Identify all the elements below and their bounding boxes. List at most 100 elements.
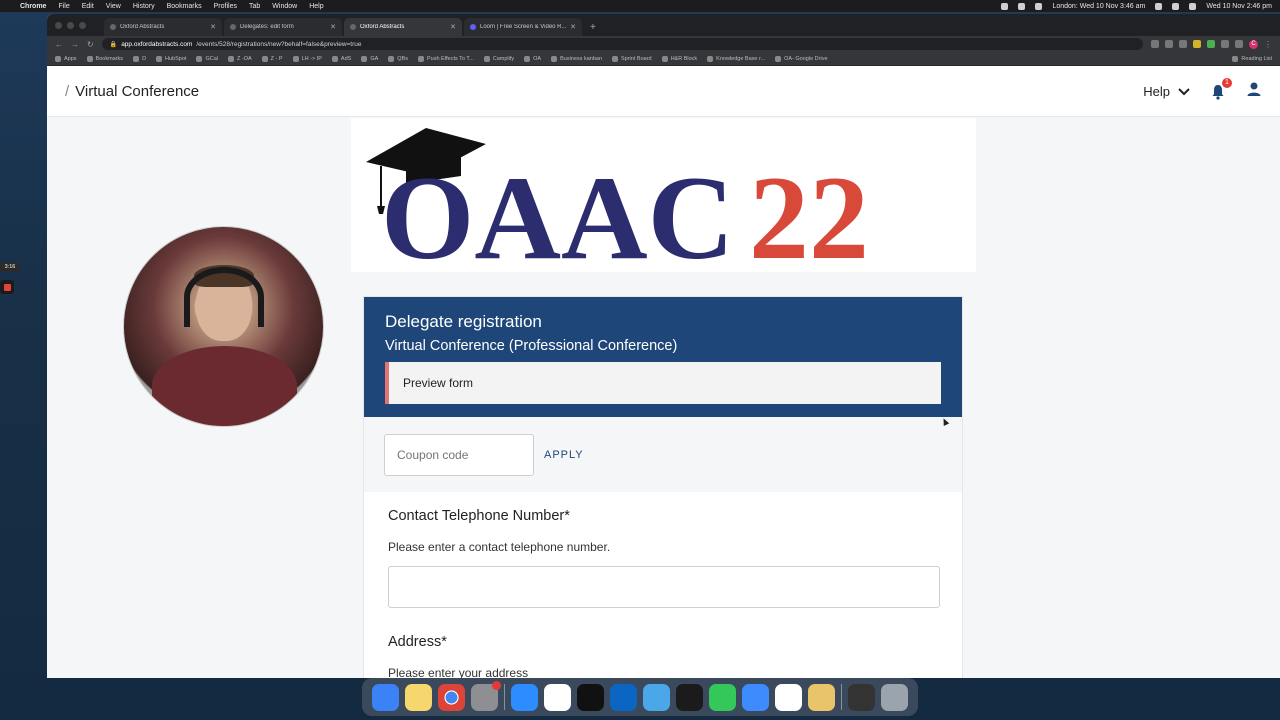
recorder-stop-button[interactable] [0,280,14,294]
close-window-icon[interactable] [55,21,62,29]
menubar-app-name[interactable]: Chrome [20,3,46,10]
tray-cloud-icon[interactable] [1035,2,1043,10]
notes-icon[interactable] [405,683,432,711]
menu-tab[interactable]: Tab [249,3,260,10]
url-path: /events/528/registrations/new?behalf=fal… [196,40,362,48]
bookmark-item[interactable]: Knowledge Base r... [707,55,765,62]
profile-avatar[interactable]: C [1249,39,1258,49]
tab-close-icon[interactable]: ✕ [210,23,216,31]
tab-close-icon[interactable]: ✕ [330,23,336,31]
chrome-icon[interactable] [438,683,465,711]
trash-icon[interactable] [881,683,908,711]
bookmark-item[interactable]: Sprint Board [612,55,652,62]
spotlight-icon[interactable] [1189,2,1197,10]
coupon-input[interactable] [384,433,534,476]
preview-notice: Preview form [385,362,941,404]
bookmark-item[interactable]: Push Effects To T... [417,55,474,62]
more-menu-icon[interactable]: ⋮ [1264,40,1272,49]
bookmarks-bar: Apps Bookmarks D HubSpot GCal Z -OA Z - … [47,52,1280,66]
zoom-window-icon[interactable] [79,21,86,29]
recent-window-icon[interactable] [848,683,875,711]
vscode-icon[interactable] [610,683,637,711]
account-button[interactable] [1246,81,1262,102]
tableplus-icon[interactable] [643,683,670,711]
bookmark-item[interactable]: LH -> IP [292,55,322,62]
browser-tab-active[interactable]: Oxford Abstracts ✕ [344,18,462,36]
macos-dock [362,678,918,716]
bookmark-item[interactable]: D [133,55,146,62]
bookmark-item[interactable]: Z - P [261,55,283,62]
menu-window[interactable]: Window [272,3,297,10]
apply-coupon-button[interactable]: APPLY [544,449,584,461]
bookmark-item[interactable]: H&R Block [661,55,697,62]
browser-tab[interactable]: Oxford Abstracts ✕ [104,18,222,36]
star-icon[interactable] [1165,40,1173,48]
bookmark-item[interactable]: OA- Google Drive [775,55,828,62]
menu-view[interactable]: View [106,3,121,10]
browser-tab[interactable]: Loom | Free Screen & Video R... ✕ [464,18,582,36]
reading-list[interactable]: Reading List [1232,55,1272,62]
menu-profiles[interactable]: Profiles [214,3,237,10]
bookmark-item[interactable]: Camplify [483,55,514,62]
bookmark-item[interactable]: GA [361,55,378,62]
bookmark-item[interactable]: Apps [55,55,77,62]
logo-left-text: OAAC [381,151,734,272]
volume-icon[interactable] [1155,2,1163,10]
bookmark-item[interactable]: GCal [196,55,218,62]
lock-icon[interactable]: 🔒 [110,41,117,48]
messages-icon[interactable] [709,683,736,711]
bookmark-item[interactable]: AdS [331,55,351,62]
zoom-app-icon[interactable] [511,683,538,711]
conference-banner: OAAC 22 [351,118,976,284]
minimize-window-icon[interactable] [67,21,74,29]
bookmark-item[interactable]: Bookmarks [86,55,123,62]
bookmark-icon [331,55,338,62]
extension-icon[interactable] [1221,40,1229,48]
bookmark-item[interactable]: QBs [388,55,408,62]
wifi-icon[interactable] [1172,2,1180,10]
numbers-icon[interactable] [775,683,802,711]
window-controls [55,14,86,36]
extension-icon[interactable] [1179,40,1187,48]
preview-app-icon[interactable] [808,683,835,711]
finder-icon[interactable] [372,683,399,711]
forward-icon[interactable]: → [71,40,79,49]
extension-icon[interactable] [1193,40,1201,48]
telephone-input[interactable] [388,566,940,608]
mail-icon[interactable] [742,683,769,711]
bookmark-item[interactable]: Business kanban [551,55,602,62]
tab-close-icon[interactable]: ✕ [570,23,576,31]
address-bar[interactable]: 🔒 app.oxfordabstracts.com/events/528/reg… [101,38,1143,50]
reload-icon[interactable]: ↻ [87,40,94,49]
tab-close-icon[interactable]: ✕ [450,23,456,31]
bookmark-item[interactable]: OA [524,55,541,62]
clock-local[interactable]: Wed 10 Nov 2:46 pm [1206,3,1272,10]
extension-icon[interactable] [1207,40,1215,48]
menu-bookmarks[interactable]: Bookmarks [167,3,202,10]
notifications-button[interactable]: 1 [1210,77,1232,100]
activity-monitor-icon[interactable] [676,683,703,711]
clock-london[interactable]: London: Wed 10 Nov 3:46 am [1052,3,1145,10]
browser-window: Oxford Abstracts ✕ Delegates: edit form … [47,14,1280,678]
tray-settings-icon[interactable] [1018,2,1026,10]
header-actions: Help 1 [1143,77,1262,102]
new-tab-button[interactable]: + [584,18,602,36]
help-button[interactable]: Help [1143,84,1190,99]
menu-history[interactable]: History [133,3,155,10]
browser-tab[interactable]: Delegates: edit form ✕ [224,18,342,36]
zoom-icon[interactable] [1151,40,1159,48]
bookmark-item[interactable]: Z -OA [227,55,252,62]
field-help: Please enter your address [388,666,529,678]
slack-icon[interactable] [544,683,571,711]
back-icon[interactable]: ← [55,40,63,49]
menu-help[interactable]: Help [309,3,323,10]
terminal-icon[interactable] [577,683,604,711]
breadcrumb[interactable]: Virtual Conference [75,83,199,100]
system-preferences-icon[interactable] [471,680,501,711]
menu-edit[interactable]: Edit [82,3,94,10]
bookmark-item[interactable]: HubSpot [156,55,186,62]
tray-status-icon[interactable] [1001,2,1009,10]
dock-badge [492,680,501,690]
menu-file[interactable]: File [58,3,69,10]
puzzle-icon[interactable] [1235,40,1243,48]
